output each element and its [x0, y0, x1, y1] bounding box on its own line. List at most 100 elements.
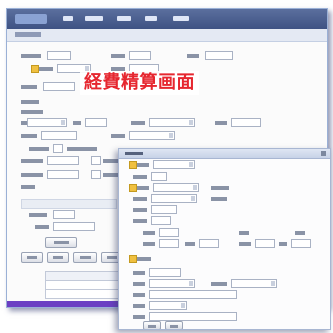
field-label — [133, 175, 147, 179]
menu-item[interactable] — [63, 16, 73, 21]
field-label — [21, 159, 43, 163]
cancel-button[interactable] — [165, 321, 183, 329]
field-label — [29, 213, 47, 217]
field-label — [211, 197, 227, 201]
ok-button[interactable] — [143, 321, 161, 329]
field-label — [143, 242, 155, 246]
field-label — [133, 197, 147, 201]
text-field[interactable] — [151, 216, 171, 225]
dialog-title — [125, 152, 143, 155]
field-label — [137, 163, 149, 167]
field-label — [295, 231, 305, 235]
field-label — [73, 121, 81, 125]
field-label — [111, 54, 125, 58]
select-field[interactable] — [151, 194, 197, 203]
required-marker-icon — [31, 65, 39, 73]
text-field[interactable] — [53, 210, 75, 219]
field-label — [215, 121, 227, 125]
text-field[interactable] — [151, 205, 177, 214]
action-button[interactable] — [21, 252, 43, 263]
select-field[interactable] — [149, 301, 187, 310]
table-row[interactable] — [45, 289, 123, 299]
dialog-header — [119, 149, 330, 159]
field-label — [143, 231, 155, 235]
breadcrumb — [7, 29, 327, 42]
text-field[interactable] — [149, 268, 181, 277]
field-label — [133, 315, 145, 319]
field-label — [133, 282, 145, 286]
field-label — [21, 54, 41, 58]
field-label — [187, 54, 199, 58]
checkbox[interactable] — [91, 170, 101, 179]
field-label — [137, 257, 151, 261]
field-label — [21, 134, 37, 138]
field-label — [137, 186, 149, 190]
field-label — [21, 100, 39, 104]
select-field[interactable] — [231, 279, 277, 288]
field-label — [279, 242, 287, 246]
field-label — [39, 67, 53, 71]
text-field[interactable] — [291, 239, 311, 248]
checkbox[interactable] — [91, 156, 101, 165]
close-icon[interactable] — [321, 151, 326, 156]
field-label — [133, 271, 145, 275]
field-label — [133, 208, 147, 212]
field-label — [211, 186, 229, 190]
text-field[interactable] — [47, 170, 79, 179]
required-marker-icon — [129, 255, 137, 263]
select-field[interactable] — [129, 131, 175, 140]
text-field[interactable] — [47, 156, 79, 165]
field-label — [21, 173, 43, 177]
field-label — [29, 147, 49, 151]
action-button[interactable] — [73, 252, 97, 263]
field-label — [21, 85, 37, 89]
field-label — [133, 219, 147, 223]
select-field[interactable] — [149, 279, 195, 288]
text-field[interactable] — [231, 118, 261, 127]
text-field[interactable] — [255, 239, 275, 248]
checkbox[interactable] — [53, 144, 63, 153]
text-field[interactable] — [149, 290, 237, 299]
section-header — [21, 199, 117, 209]
field-label — [133, 304, 145, 308]
text-field[interactable] — [159, 228, 179, 237]
text-field[interactable] — [205, 51, 233, 60]
select-field[interactable] — [153, 183, 199, 192]
field-label — [211, 282, 227, 286]
field-label — [35, 225, 49, 229]
app-logo — [15, 14, 47, 24]
field-label — [67, 147, 97, 151]
text-field[interactable] — [41, 131, 77, 140]
select-field[interactable] — [27, 118, 67, 127]
text-field[interactable] — [129, 51, 151, 60]
detail-dialog — [118, 148, 331, 330]
text-field[interactable] — [53, 222, 95, 231]
text-field[interactable] — [149, 312, 237, 321]
breadcrumb-item[interactable] — [15, 32, 41, 37]
top-menu-bar — [7, 9, 327, 29]
search-button[interactable] — [45, 237, 77, 248]
field-label — [133, 293, 145, 297]
select-field[interactable] — [149, 118, 195, 127]
menu-item[interactable] — [85, 16, 103, 21]
action-button[interactable] — [47, 252, 69, 263]
field-label — [185, 242, 195, 246]
menu-item[interactable] — [145, 16, 157, 21]
required-marker-icon — [129, 161, 137, 169]
text-field[interactable] — [151, 172, 167, 181]
select-field[interactable] — [153, 160, 195, 169]
page-title: 経費精算画面 — [80, 71, 199, 95]
field-label — [131, 121, 145, 125]
menu-item[interactable] — [117, 16, 131, 21]
text-field[interactable] — [85, 118, 107, 127]
field-label — [21, 185, 35, 189]
field-label — [239, 231, 249, 235]
field-label — [21, 110, 43, 114]
menu-item[interactable] — [173, 16, 189, 21]
text-field[interactable] — [159, 239, 179, 248]
text-field[interactable] — [47, 51, 71, 60]
text-field[interactable] — [43, 82, 75, 91]
field-label — [111, 134, 125, 138]
required-marker-icon — [129, 184, 137, 192]
text-field[interactable] — [199, 239, 219, 248]
